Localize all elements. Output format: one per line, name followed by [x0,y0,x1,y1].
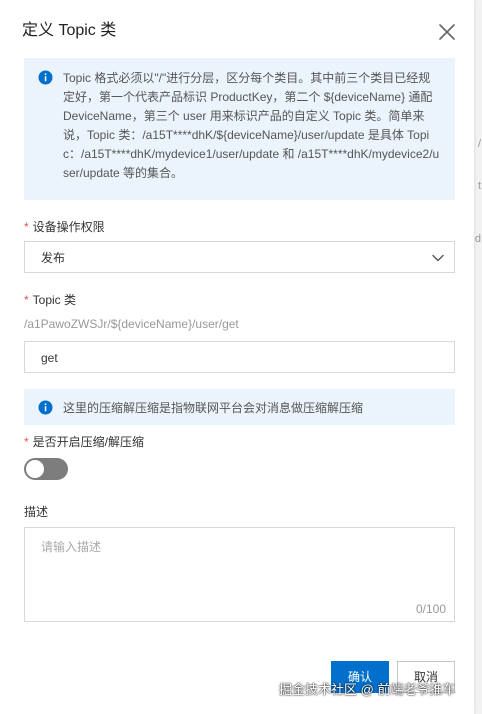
compression-notice: 这里的压缩解压缩是指物联网平台会对消息做压缩解压缩 [24,389,455,425]
compression-notice-text: 这里的压缩解压缩是指物联网平台会对消息做压缩解压缩 [63,401,364,415]
page: / t d 定义 Topic 类 Topic 格式必须以"/"进行分层，区分每个… [0,0,482,714]
background-glyph: t [477,180,481,192]
topic-prefix-hint: /a1PawoZWSJr/${deviceName}/user/get [24,317,239,331]
required-mark: * [24,293,29,307]
background-glyph: d [474,233,481,245]
permission-label: * 设备操作权限 [24,219,105,235]
permission-select[interactable]: 发布 [24,241,455,273]
toggle-knob [26,460,44,478]
compression-label: * 是否开启压缩/解压缩 [24,434,144,450]
topic-format-notice-text: Topic 格式必须以"/"进行分层，区分每个类目。其中前三个类目已经规定好，第… [63,71,440,180]
topic-class-label: * Topic 类 [24,292,76,308]
info-icon [38,70,53,85]
chevron-down-icon [431,251,445,265]
background-page-strip: / t d [474,0,482,714]
required-mark: * [24,435,29,449]
info-icon [38,400,53,415]
topic-class-input[interactable]: get [24,341,455,373]
close-icon[interactable] [436,21,458,43]
description-placeholder: 请输入描述 [41,540,102,554]
permission-label-text: 设备操作权限 [32,220,105,234]
dialog-header: 定义 Topic 类 [0,0,474,62]
dialog-title: 定义 Topic 类 [22,22,117,39]
watermark: 掘金技术社区 @ 前端老爷推车 [279,682,456,697]
description-char-counter: 0/100 [415,602,446,616]
compression-toggle[interactable] [24,458,68,480]
description-textarea[interactable]: 请输入描述 0/100 [24,527,455,622]
required-mark: * [24,220,29,234]
topic-class-input-value: get [41,351,58,365]
background-glyph: / [477,138,481,150]
topic-format-notice: Topic 格式必须以"/"进行分层，区分每个类目。其中前三个类目已经规定好，第… [24,58,455,200]
compression-label-text: 是否开启压缩/解压缩 [32,435,145,449]
topic-class-label-text: Topic 类 [32,293,77,307]
define-topic-dialog: 定义 Topic 类 Topic 格式必须以"/"进行分层，区分每个类目。其中前… [0,0,474,714]
permission-select-value: 发布 [41,251,66,265]
description-label: 描述 [24,505,49,519]
